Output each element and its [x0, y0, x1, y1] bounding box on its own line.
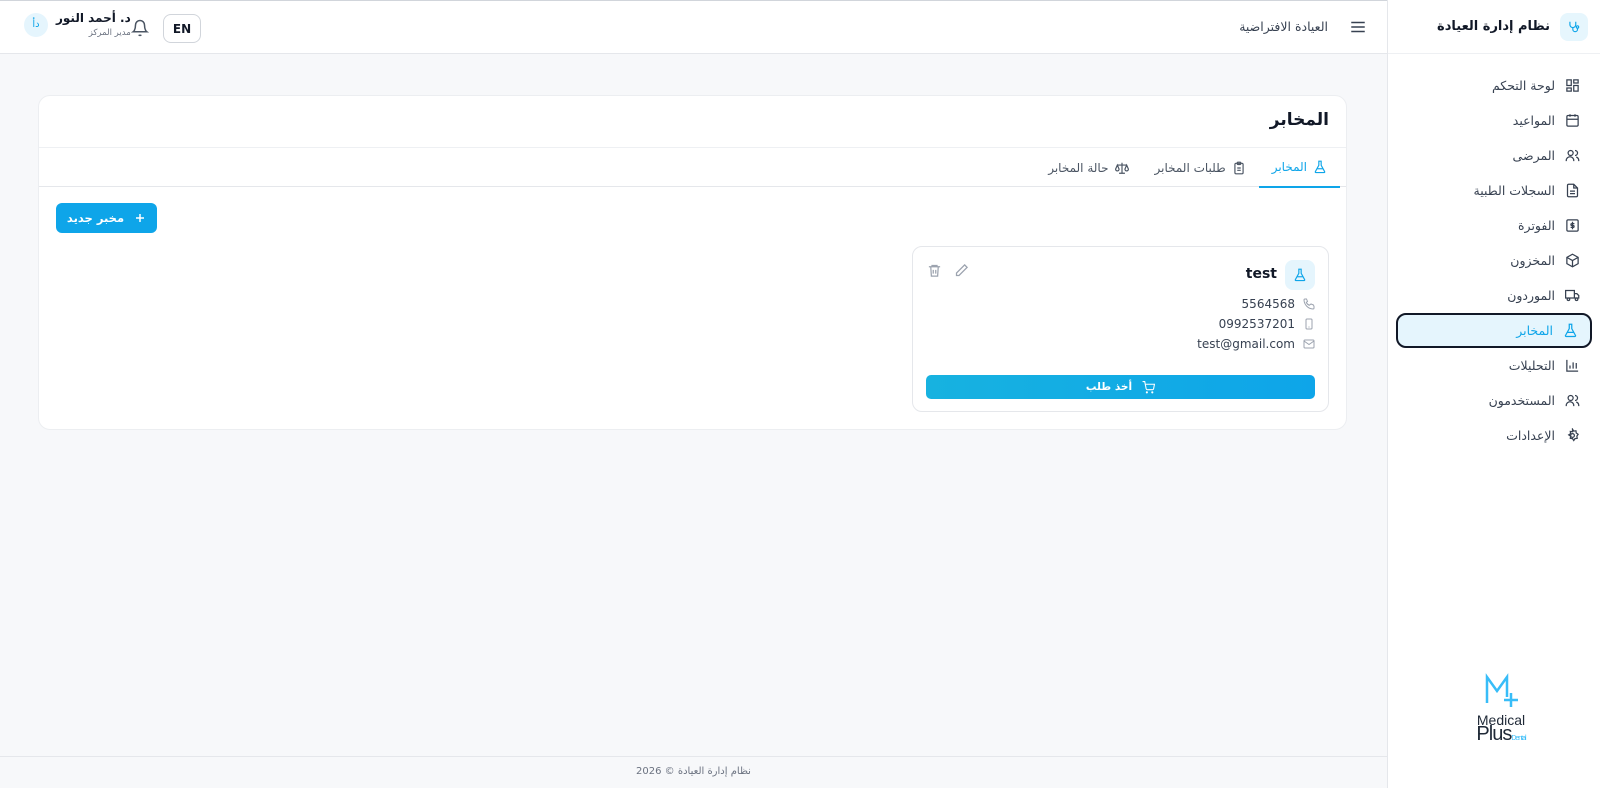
lab-card: test 5564568 0992537201 test@gmail.com أ…: [912, 246, 1329, 412]
tab-lab-status[interactable]: حالة المخابر: [1035, 148, 1141, 188]
trash-icon[interactable]: [927, 263, 942, 278]
user-name: د. أحمد النور: [56, 11, 131, 25]
sidebar-item-inventory[interactable]: المخزون: [1396, 243, 1592, 278]
tab-lab-orders[interactable]: طلبات المخابر: [1142, 148, 1259, 188]
sidebar: نظام إدارة العيادة لوحة التحكم المواعيد …: [1387, 0, 1600, 788]
take-order-label: أخذ طلب: [1085, 381, 1133, 393]
sidebar-item-patients[interactable]: المرضى: [1396, 138, 1592, 173]
sidebar-item-dashboard[interactable]: لوحة التحكم: [1396, 68, 1592, 103]
flask-icon: [1314, 160, 1326, 174]
new-lab-button[interactable]: مخبر جديد: [56, 203, 157, 233]
sidebar-item-users[interactable]: المستخدمون: [1396, 383, 1592, 418]
lab-phone-row: 5564568: [1242, 297, 1315, 311]
tooth-logo-icon: [1485, 673, 1518, 707]
lab-email: test@gmail.com: [1197, 337, 1295, 351]
avatar: دأ: [24, 12, 48, 37]
logo-line2: Plus: [1476, 723, 1512, 745]
sidebar-item-label: لوحة التحكم: [1491, 78, 1555, 93]
sidebar-item-label: التحليلات: [1508, 358, 1555, 373]
users-icon: [1565, 149, 1580, 162]
logo-small: Dental: [1511, 735, 1526, 742]
bell-icon[interactable]: [130, 19, 150, 37]
sidebar-item-label: المستخدمون: [1488, 393, 1555, 408]
edit-icon[interactable]: [954, 263, 969, 278]
lab-mobile: 0992537201: [1218, 317, 1295, 331]
user-role: مدير المركز: [88, 28, 131, 38]
sidebar-item-label: المخزون: [1510, 253, 1555, 268]
bar-chart-icon: [1566, 359, 1579, 372]
truck-icon: [1565, 289, 1580, 302]
sidebar-nav: لوحة التحكم المواعيد المرضى السجلات الطب…: [1388, 54, 1600, 453]
user-menu[interactable]: دأ د. أحمد النور مدير المركز: [24, 11, 131, 38]
cart-icon: [1142, 380, 1156, 393]
labs-panel: المخابر المخابر طلبات المخابر حالة المخا…: [38, 95, 1347, 430]
brand[interactable]: نظام إدارة العيادة: [1388, 0, 1600, 54]
sidebar-item-suppliers[interactable]: الموردون: [1396, 278, 1592, 313]
package-icon: [1566, 253, 1579, 268]
menu-icon[interactable]: [1349, 18, 1367, 36]
scale-icon: [1114, 162, 1129, 174]
footer: نظام إدارة العيادة © 2026: [0, 756, 1387, 788]
lab-phone: 5564568: [1241, 297, 1295, 311]
page-title: المخابر: [1269, 110, 1329, 130]
tabs: المخابر طلبات المخابر حالة المخابر: [39, 147, 1346, 188]
dollar-icon: [1566, 219, 1579, 232]
lab-name: test: [1245, 266, 1277, 282]
mail-icon: [1303, 339, 1315, 349]
clipboard-icon: [1234, 161, 1244, 175]
top-header: العيادة الافتراضية EN دأ د. أحمد النور م…: [0, 0, 1387, 54]
lab-actions: [927, 263, 969, 278]
sidebar-item-settings[interactable]: الإعدادات: [1396, 418, 1592, 453]
lab-mobile-row: 0992537201: [1219, 317, 1315, 331]
sidebar-item-label: الموردون: [1507, 288, 1555, 303]
clinic-name: العيادة الافتراضية: [1239, 19, 1328, 34]
sidebar-item-label: المرضى: [1512, 148, 1555, 163]
smartphone-icon: [1305, 318, 1313, 330]
sidebar-item-label: السجلات الطبية: [1473, 183, 1555, 198]
flask-icon: [1285, 260, 1315, 290]
dashboard-icon: [1566, 79, 1579, 92]
sidebar-item-label: المواعيد: [1512, 113, 1555, 128]
stethoscope-icon: [1560, 12, 1588, 41]
brand-title: نظام إدارة العيادة: [1437, 19, 1550, 34]
plus-icon: [136, 214, 145, 222]
sidebar-item-label: الإعدادات: [1506, 428, 1555, 443]
tab-labs[interactable]: المخابر: [1258, 148, 1340, 188]
sidebar-item-billing[interactable]: الفوترة: [1396, 208, 1592, 243]
take-order-button[interactable]: أخذ طلب: [926, 375, 1315, 399]
sidebar-item-medical-records[interactable]: السجلات الطبية: [1396, 173, 1592, 208]
file-text-icon: [1566, 183, 1579, 198]
new-lab-label: مخبر جديد: [66, 211, 125, 225]
gear-icon: [1567, 428, 1579, 442]
sidebar-item-label: الفوترة: [1518, 218, 1555, 233]
flask-icon: [1564, 323, 1577, 338]
language-toggle-button[interactable]: EN: [163, 14, 201, 43]
medical-plus-logo: Medical PlusDental: [1466, 671, 1536, 746]
sidebar-item-appointments[interactable]: المواعيد: [1396, 103, 1592, 138]
tab-label: المخابر: [1271, 160, 1307, 174]
users-icon: [1565, 394, 1580, 407]
sidebar-item-label: المخابر: [1516, 323, 1553, 338]
calendar-icon: [1566, 114, 1579, 127]
tab-label: طلبات المخابر: [1154, 161, 1226, 175]
tab-label: حالة المخابر: [1048, 161, 1109, 175]
lab-email-row: test@gmail.com: [1197, 337, 1315, 351]
phone-icon: [1303, 298, 1315, 310]
sidebar-item-labs[interactable]: المخابر: [1396, 313, 1592, 348]
sidebar-item-analytics[interactable]: التحليلات: [1396, 348, 1592, 383]
